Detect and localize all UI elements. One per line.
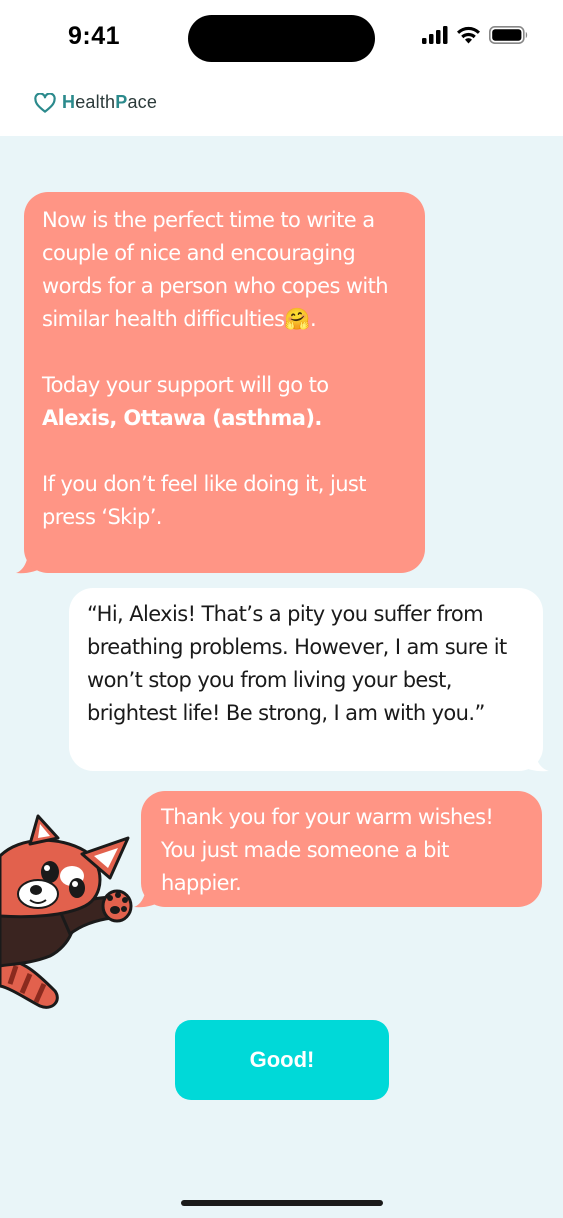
wifi-icon [457, 26, 480, 44]
bot-message-thanks: Thank you for your warm wishes! You just… [141, 791, 542, 907]
bot-message-intro: Now is the perfect time to write a coupl… [24, 192, 425, 573]
mascot-tail [0, 958, 59, 1009]
user-message: “Hi, Alexis! That’s a pity you suffer fr… [69, 588, 543, 771]
heart-outline-icon [34, 92, 56, 113]
support-recipient: Alexis, Ottawa (asthma). [42, 406, 322, 430]
status-bar: 9:41 [0, 0, 563, 76]
skip-hint-text: If you don’t feel like doing it, just pr… [42, 472, 366, 529]
status-time: 9:41 [68, 22, 121, 50]
cellular-signal-icon [422, 26, 448, 44]
intro-text: Now is the perfect time to write a coupl… [42, 208, 389, 331]
app-name: HealthPace [62, 92, 158, 112]
red-panda-mascot [0, 814, 133, 1009]
home-indicator[interactable] [181, 1200, 383, 1206]
dynamic-island [188, 15, 375, 62]
battery-icon [489, 26, 528, 44]
good-button[interactable]: Good! [175, 1020, 389, 1100]
chat-area: Now is the perfect time to write a coupl… [0, 136, 563, 1218]
app-header: HealthPace [0, 76, 563, 136]
app-logo[interactable]: HealthPace [34, 92, 157, 113]
support-target-text: Today your support will go to Alexis, Ott… [42, 373, 329, 430]
status-icons [422, 24, 529, 46]
